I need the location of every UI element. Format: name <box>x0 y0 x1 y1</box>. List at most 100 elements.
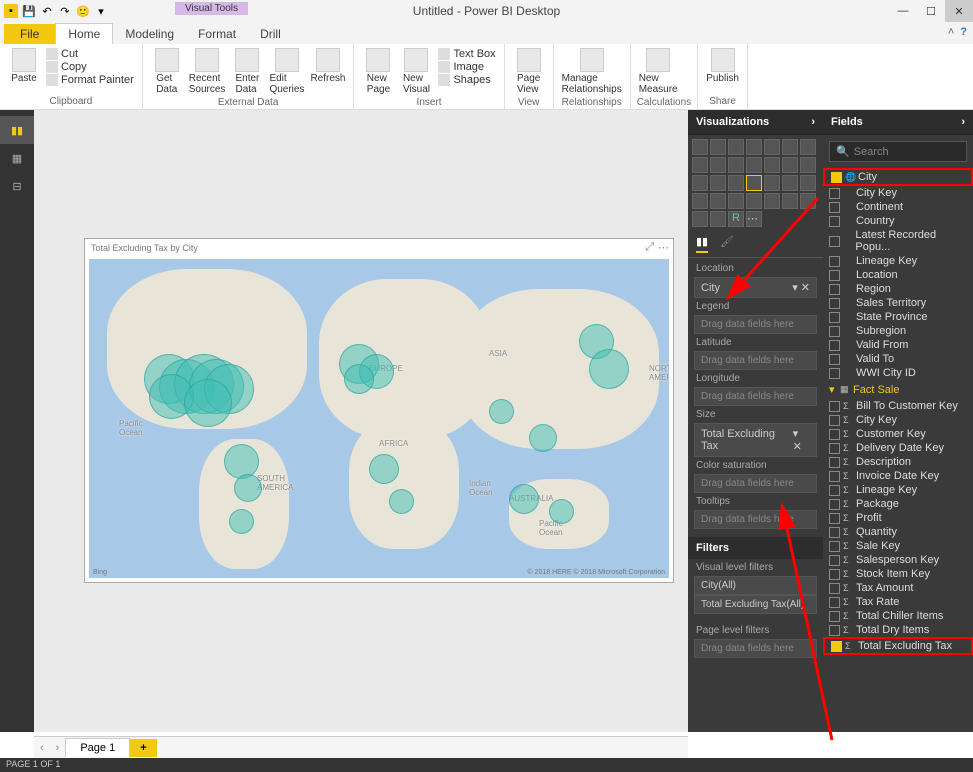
checkbox-icon[interactable] <box>829 312 840 323</box>
field-location[interactable]: Location <box>823 268 973 282</box>
field-city-key[interactable]: City Key <box>823 186 973 200</box>
map-visual[interactable]: Total Excluding Tax by City ⤢ ⋯ NORTH AM… <box>84 238 674 583</box>
ribbon-collapse-icon[interactable]: ˄ <box>948 26 954 38</box>
field-stock-item-key[interactable]: ΣStock Item Key <box>823 567 973 581</box>
checkbox-icon[interactable] <box>829 443 840 454</box>
field-total-chiller-items[interactable]: ΣTotal Chiller Items <box>823 609 973 623</box>
field-country[interactable]: Country <box>823 214 973 228</box>
checkbox-icon[interactable] <box>829 188 840 199</box>
field-total-excluding-tax[interactable]: ΣTotal Excluding Tax <box>823 637 973 655</box>
cut-button[interactable]: Cut <box>46 48 134 60</box>
filters-header[interactable]: Filters <box>688 537 823 559</box>
fields-header[interactable]: Fields› <box>823 110 973 135</box>
checkbox-icon[interactable] <box>831 641 842 652</box>
shapes-button[interactable]: Shapes <box>438 74 495 86</box>
field-latest-recorded-popu-[interactable]: Latest Recorded Popu... <box>823 228 973 254</box>
chevron-right-icon[interactable]: › <box>961 116 965 128</box>
help-icon[interactable]: ? <box>960 26 967 38</box>
checkbox-icon[interactable] <box>829 354 840 365</box>
report-canvas[interactable]: Total Excluding Tax by City ⤢ ⋯ NORTH AM… <box>34 110 688 732</box>
tab-format[interactable]: Format <box>186 24 248 44</box>
image-button[interactable]: Image <box>438 61 495 73</box>
checkbox-icon[interactable] <box>829 429 840 440</box>
maximize-button[interactable]: ☐ <box>917 0 945 22</box>
recent-sources-button[interactable]: Recent Sources <box>187 46 228 97</box>
data-view-button[interactable]: ▦ <box>0 144 34 172</box>
field-lineage-key[interactable]: ΣLineage Key <box>823 483 973 497</box>
new-page-button[interactable]: New Page <box>360 46 396 97</box>
bing-map[interactable]: NORTH AMERICA SOUTH AMERICA AFRICA EUROP… <box>89 259 669 578</box>
field-continent[interactable]: Continent <box>823 200 973 214</box>
minimize-button[interactable]: — <box>889 0 917 22</box>
publish-button[interactable]: Publish <box>704 46 741 86</box>
field-description[interactable]: ΣDescription <box>823 455 973 469</box>
field-sale-key[interactable]: ΣSale Key <box>823 539 973 553</box>
file-tab[interactable]: File <box>4 24 55 44</box>
checkbox-icon[interactable] <box>829 340 840 351</box>
checkbox-icon[interactable] <box>829 401 840 412</box>
checkbox-icon[interactable] <box>829 457 840 468</box>
field-profit[interactable]: ΣProfit <box>823 511 973 525</box>
checkbox-icon[interactable] <box>829 527 840 538</box>
paste-button[interactable]: Paste <box>6 46 42 88</box>
field-city[interactable]: 🌐City <box>823 168 973 186</box>
field-region[interactable]: Region <box>823 282 973 296</box>
longitude-well[interactable]: Drag data fields here <box>694 387 817 406</box>
location-well[interactable]: City▾ ✕ <box>694 277 817 298</box>
checkbox-icon[interactable] <box>829 326 840 337</box>
checkbox-icon[interactable] <box>829 270 840 281</box>
dropdown-icon[interactable]: ▾ <box>94 4 108 18</box>
field-tax-rate[interactable]: ΣTax Rate <box>823 595 973 609</box>
checkbox-icon[interactable] <box>829 284 840 295</box>
field-delivery-date-key[interactable]: ΣDelivery Date Key <box>823 441 973 455</box>
undo-icon[interactable]: ↶ <box>40 4 54 18</box>
field-quantity[interactable]: ΣQuantity <box>823 525 973 539</box>
field-state-province[interactable]: State Province <box>823 310 973 324</box>
legend-well[interactable]: Drag data fields here <box>694 315 817 334</box>
checkbox-icon[interactable] <box>829 513 840 524</box>
more-options-icon[interactable]: ⋯ <box>658 241 669 254</box>
checkbox-icon[interactable] <box>829 216 840 227</box>
checkbox-icon[interactable] <box>829 471 840 482</box>
page-view-button[interactable]: Page View <box>511 46 547 97</box>
filter-city[interactable]: City(All) <box>694 576 817 595</box>
checkbox-icon[interactable] <box>829 415 840 426</box>
checkbox-icon[interactable] <box>829 541 840 552</box>
filter-total-excl-tax[interactable]: Total Excluding Tax(All) <box>694 595 817 614</box>
field-city-key[interactable]: ΣCity Key <box>823 413 973 427</box>
checkbox-icon[interactable] <box>829 298 840 309</box>
redo-icon[interactable]: ↷ <box>58 4 72 18</box>
field-tax-amount[interactable]: ΣTax Amount <box>823 581 973 595</box>
table-fact-sale[interactable]: ▾▦Fact Sale <box>823 380 973 399</box>
field-package[interactable]: ΣPackage <box>823 497 973 511</box>
focus-mode-icon[interactable]: ⤢ <box>645 241 654 254</box>
tab-home[interactable]: Home <box>55 23 113 44</box>
field-lineage-key[interactable]: Lineage Key <box>823 254 973 268</box>
checkbox-icon[interactable] <box>829 236 840 247</box>
field-wwi-city-id[interactable]: WWI City ID <box>823 366 973 380</box>
visual-gallery[interactable]: R⋯ <box>688 135 823 231</box>
enter-data-button[interactable]: Enter Data <box>229 46 265 97</box>
fields-search[interactable]: 🔍Search <box>829 141 967 162</box>
tooltips-well[interactable]: Drag data fields here <box>694 510 817 529</box>
checkbox-icon[interactable] <box>829 569 840 580</box>
checkbox-icon[interactable] <box>829 611 840 622</box>
field-invoice-date-key[interactable]: ΣInvoice Date Key <box>823 469 973 483</box>
visualizations-header[interactable]: Visualizations› <box>688 110 823 135</box>
checkbox-icon[interactable] <box>829 485 840 496</box>
checkbox-icon[interactable] <box>829 583 840 594</box>
checkbox-icon[interactable] <box>829 555 840 566</box>
tab-drill[interactable]: Drill <box>248 24 293 44</box>
field-subregion[interactable]: Subregion <box>823 324 973 338</box>
copy-button[interactable]: Copy <box>46 61 134 73</box>
field-valid-from[interactable]: Valid From <box>823 338 973 352</box>
checkbox-icon[interactable] <box>829 368 840 379</box>
smiley-icon[interactable]: 🙂 <box>76 4 90 18</box>
page-tab-1[interactable]: Page 1 <box>65 738 130 757</box>
close-button[interactable]: ✕ <box>945 0 973 22</box>
edit-queries-button[interactable]: Edit Queries <box>267 46 306 97</box>
map-visual-type[interactable] <box>746 175 762 191</box>
new-visual-button[interactable]: New Visual <box>398 46 434 97</box>
format-painter-button[interactable]: Format Painter <box>46 74 134 86</box>
add-page-button[interactable]: + <box>130 739 156 757</box>
